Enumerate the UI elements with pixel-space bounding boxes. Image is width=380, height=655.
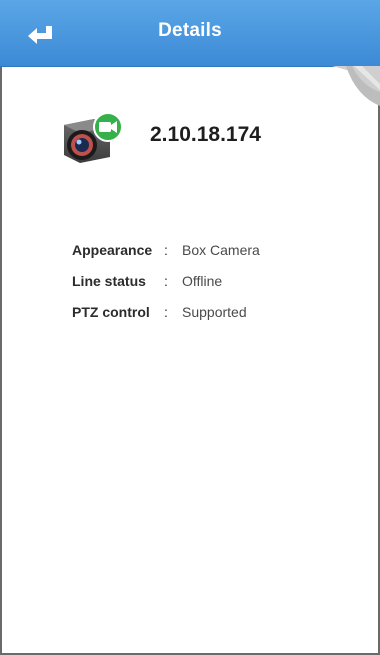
detail-colon: : — [164, 272, 168, 289]
detail-label: Appearance — [72, 241, 153, 258]
device-header: 2.10.18.174 — [60, 100, 261, 170]
detail-row-appearance: Appearance : Box Camera — [72, 234, 260, 265]
detail-row-line-status: Line status : Offline — [72, 265, 260, 296]
navigation-bar: Details — [0, 0, 380, 67]
detail-colon: : — [164, 241, 168, 258]
device-ip-address: 2.10.18.174 — [150, 123, 261, 146]
details-list: Appearance : Box Camera Line status : Of… — [72, 234, 260, 327]
page-corner-curl-icon[interactable] — [332, 66, 380, 106]
detail-value: Supported — [182, 303, 247, 320]
detail-label: PTZ control — [72, 303, 150, 320]
page-title: Details — [158, 20, 222, 41]
detail-row-ptz-control: PTZ control : Supported — [72, 296, 260, 327]
detail-label: Line status — [72, 272, 146, 289]
app-frame — [0, 0, 380, 655]
detail-value: Offline — [182, 272, 223, 289]
camera-icon — [64, 112, 123, 163]
detail-value: Box Camera — [182, 241, 260, 258]
detail-colon: : — [164, 303, 168, 320]
